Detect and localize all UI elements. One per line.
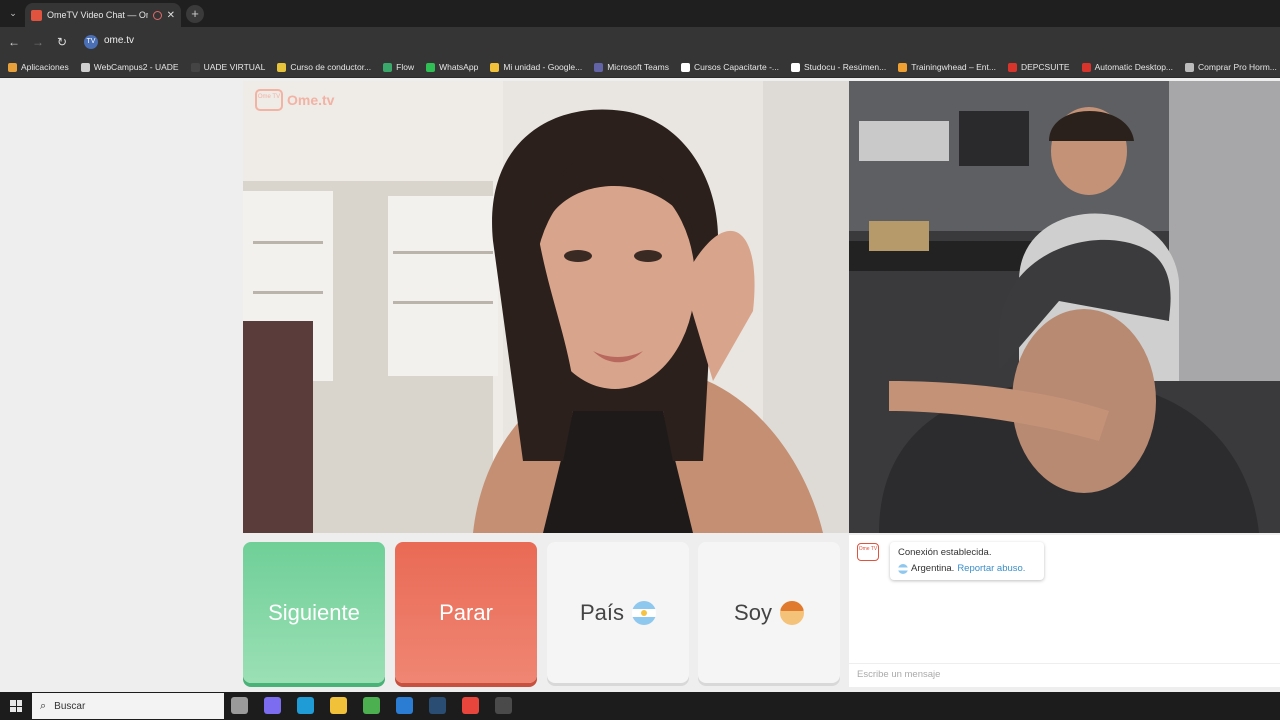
bookmark-favicon-icon [8, 62, 17, 72]
gender-button[interactable]: Soy [698, 542, 840, 683]
chrome-icon[interactable] [462, 697, 479, 714]
country-button-label: País [579, 599, 625, 625]
url-field[interactable]: ome.tv [104, 35, 134, 46]
ometv-logo: Ome TV Ome.tv [255, 89, 334, 111]
bookmark-favicon-icon [277, 62, 287, 72]
tab-title: OmeTV Video Chat — Ome [47, 10, 148, 20]
reload-icon[interactable]: ↻ [54, 34, 70, 50]
bookmark-item[interactable]: WhatsApp [426, 62, 478, 72]
bookmark-favicon-icon [490, 62, 500, 72]
store-icon[interactable] [363, 697, 380, 714]
stop-button[interactable]: Parar [395, 542, 537, 683]
tv-logo-icon: Ome TV [255, 89, 283, 111]
outlook-icon[interactable] [396, 697, 413, 714]
ometv-favicon-icon [31, 9, 42, 21]
forward-arrow-icon[interactable]: → [30, 34, 46, 50]
bookmark-favicon-icon [1185, 62, 1195, 72]
system-message: Conexión establecida. Argentina. Reporta… [890, 542, 1044, 580]
bookmark-favicon-icon [190, 62, 200, 72]
windows-start-icon[interactable] [10, 700, 22, 712]
argentina-flag-small-icon [898, 563, 908, 574]
next-button-label: Siguiente [268, 599, 360, 625]
bookmarks-bar: Aplicaciones WebCampus2 - UADE UADE VIRTUA… [0, 57, 1280, 78]
bookmark-item[interactable]: WebCampus2 - UADE [80, 62, 179, 72]
next-button[interactable]: Siguiente [243, 542, 385, 683]
partner-country: Argentina. [911, 563, 955, 574]
bookmark-item[interactable]: Flow [383, 62, 414, 72]
boy-emoji-icon [779, 600, 804, 625]
taskbar-search-placeholder: Buscar [54, 700, 86, 712]
message-input[interactable]: Escribe un mensaje [849, 663, 1280, 687]
tab-search-icon[interactable]: ⌄ [6, 6, 20, 20]
argentina-flag-icon [632, 600, 657, 625]
self-video-frame [849, 81, 1280, 533]
chat-panel: Ome TV Conexión establecida. Argentina. … [849, 535, 1280, 687]
bookmark-item[interactable]: Microsoft Teams [594, 62, 669, 72]
browser-tab[interactable]: OmeTV Video Chat — Ome ✕ [25, 3, 181, 27]
bookmark-favicon-icon [790, 62, 800, 72]
bookmark-item[interactable]: Trainingwhead – Ent... [898, 62, 996, 72]
bookmark-item[interactable]: Cursos Capacitarte -... [680, 62, 779, 72]
file-explorer-icon[interactable] [330, 697, 347, 714]
ometv-avatar-icon: Ome TV [857, 543, 879, 561]
gender-button-label: Soy [734, 599, 772, 625]
bookmark-item[interactable]: Aplicaciones [8, 62, 69, 72]
bookmark-favicon-icon [898, 62, 908, 72]
bookmark-item[interactable]: Comprar Pro Horm... [1185, 62, 1277, 72]
bookmark-label: Curso de conductor... [290, 62, 372, 72]
bookmark-label: Microsoft Teams [607, 62, 669, 72]
browser-tab-bar: ⌄ OmeTV Video Chat — Ome ✕ + [0, 0, 1280, 27]
bookmark-label: Mi unidad - Google... [503, 62, 583, 72]
site-info-icon[interactable]: TV [84, 35, 98, 49]
report-abuse-link[interactable]: Reportar abuso. [957, 563, 1025, 574]
windows-taskbar: ⌕ Buscar [0, 692, 1280, 720]
partner-country-line: Argentina. Reportar abuso. [898, 563, 1036, 574]
connection-status: Conexión establecida. [898, 547, 992, 558]
bookmark-favicon-icon [680, 62, 690, 72]
bookmark-label: WhatsApp [439, 62, 479, 72]
copilot-icon[interactable] [264, 697, 281, 714]
bookmark-item[interactable]: Automatic Desktop... [1081, 62, 1174, 72]
bookmark-item[interactable]: UADE VIRTUAL [190, 62, 266, 72]
bookmark-favicon-icon [383, 62, 393, 72]
bookmark-label: Cursos Capacitarte -... [693, 62, 779, 72]
bookmark-item[interactable]: DEPCSUITE [1007, 62, 1070, 72]
back-arrow-icon[interactable]: ← [6, 34, 22, 50]
bookmark-label: Trainingwhead – Ent... [911, 62, 996, 72]
bookmark-label: Flow [396, 62, 415, 72]
bookmark-label: Automatic Desktop... [1094, 62, 1174, 72]
partner-video-frame [243, 81, 849, 533]
stop-button-label: Parar [439, 599, 493, 625]
bookmark-favicon-icon [80, 62, 90, 72]
address-bar-row: ← → ↻ [0, 27, 1280, 57]
bookmark-favicon-icon [594, 62, 604, 72]
bookmark-label: Aplicaciones [21, 62, 69, 72]
bookmark-favicon-icon [426, 62, 436, 72]
bookmark-label: DEPCSUITE [1020, 62, 1070, 72]
task-view-icon[interactable] [231, 697, 248, 714]
bookmark-label: Studocu - Resúmen... [803, 62, 887, 72]
search-icon: ⌕ [40, 699, 47, 712]
recording-indicator-icon [152, 10, 162, 20]
partner-video: Ome TV Ome.tv [243, 81, 849, 533]
new-tab-button[interactable]: + [186, 5, 204, 23]
bookmark-item[interactable]: Mi unidad - Google... [490, 62, 582, 72]
edge-icon[interactable] [297, 697, 314, 714]
close-tab-icon[interactable]: ✕ [167, 10, 175, 21]
self-video [849, 81, 1280, 533]
country-button[interactable]: País [547, 542, 689, 683]
obs-icon[interactable] [495, 697, 512, 714]
taskbar-search[interactable]: ⌕ Buscar [32, 693, 224, 719]
bookmark-item[interactable]: Studocu - Resúmen... [790, 62, 887, 72]
ometv-page: Ome TV Ome.tv Siguiente Parar País Soy O… [0, 79, 1280, 692]
bookmark-favicon-icon [1081, 62, 1091, 72]
bookmark-label: Comprar Pro Horm... [1198, 62, 1277, 72]
bookmark-label: UADE VIRTUAL [203, 62, 266, 72]
bookmark-label: WebCampus2 - UADE [93, 62, 179, 72]
bookmark-favicon-icon [1007, 62, 1017, 72]
logo-text: Ome.tv [287, 92, 335, 108]
steam-icon[interactable] [429, 697, 446, 714]
bookmark-item[interactable]: Curso de conductor... [277, 62, 371, 72]
